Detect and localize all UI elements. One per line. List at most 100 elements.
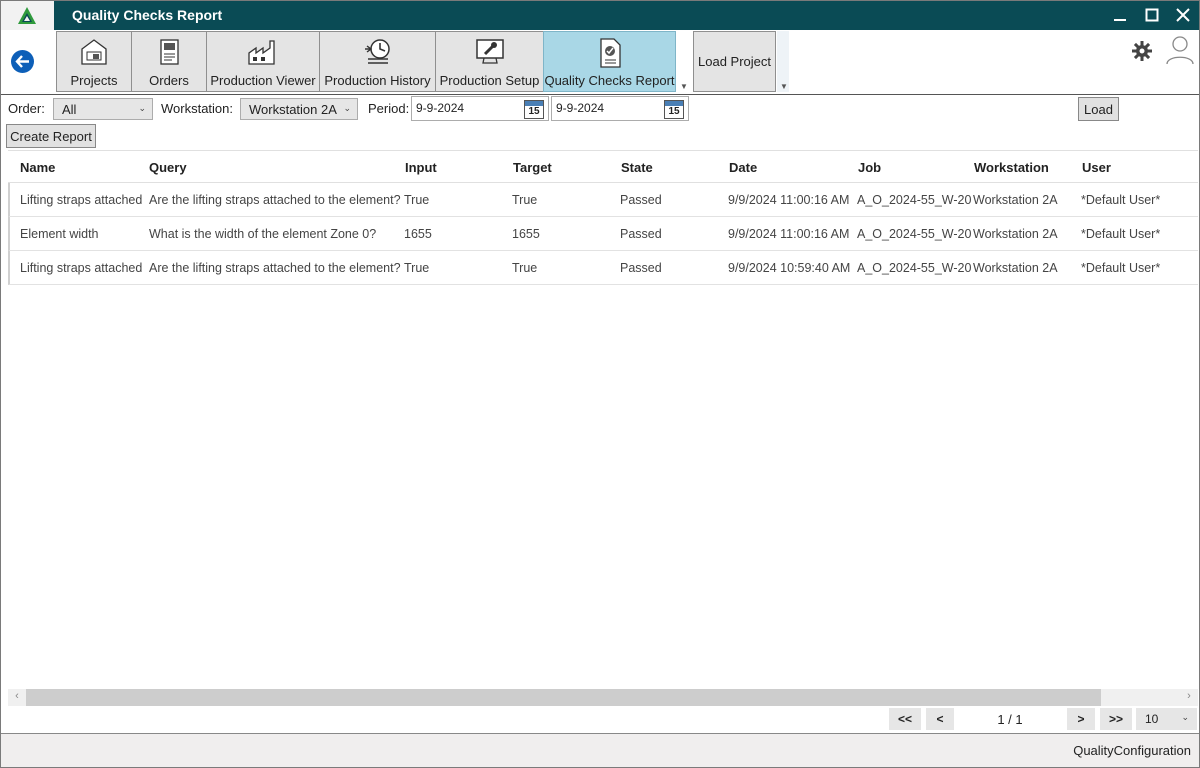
tab-label: Production Viewer: [210, 73, 316, 88]
cell-job: A_O_2024-55_W-20: [857, 193, 972, 207]
page-size-select[interactable]: 10 ⌄: [1136, 708, 1197, 730]
projects-icon: [81, 39, 107, 65]
setup-icon: [475, 39, 504, 64]
period-from-value: 9-9-2024: [416, 101, 465, 115]
ribbon-overflow-icon[interactable]: ▼: [680, 82, 688, 91]
cell-state: Passed: [620, 227, 662, 241]
tab-label: Production Setup: [439, 73, 540, 88]
column-header-state[interactable]: State: [621, 160, 653, 175]
calendar-day: 15: [528, 106, 540, 117]
prev-page-button[interactable]: <: [926, 708, 954, 730]
tab-label: Projects: [70, 73, 118, 88]
ribbon: Projects Orders Production Viewer Produc…: [1, 30, 1199, 95]
column-header-target[interactable]: Target: [513, 160, 552, 175]
logo-icon: [18, 7, 36, 24]
cell-query: Are the lifting straps attached to the e…: [149, 261, 401, 275]
cell-target: True: [512, 193, 538, 207]
column-header-input[interactable]: Input: [405, 160, 437, 175]
table-row[interactable]: Lifting straps attached Are the lifting …: [8, 183, 1198, 217]
column-header-query[interactable]: Query: [149, 160, 187, 175]
cell-job: A_O_2024-55_W-20: [857, 227, 972, 241]
history-icon: [364, 39, 390, 64]
cell-input: True: [404, 193, 430, 207]
tab-label: Orders: [149, 73, 189, 88]
calendar-icon[interactable]: 15: [664, 100, 684, 119]
tab-production-history[interactable]: Production History: [319, 31, 436, 92]
table-row[interactable]: Lifting straps attached Are the lifting …: [8, 251, 1198, 285]
cell-name: Element width: [20, 227, 99, 241]
period-to-input[interactable]: 9-9-2024 15: [551, 96, 689, 121]
tab-production-setup[interactable]: Production Setup: [435, 31, 544, 92]
order-select[interactable]: All ⌄: [53, 98, 153, 120]
tab-orders[interactable]: Orders: [131, 31, 207, 92]
cell-date: 9/9/2024 11:00:16 AM: [728, 193, 850, 207]
load-project-button[interactable]: Load Project: [693, 31, 776, 92]
tab-projects[interactable]: Projects: [56, 31, 132, 92]
cell-state: Passed: [620, 261, 662, 275]
grid-header: Name Query Input Target State Date Job W…: [8, 150, 1198, 183]
app-window: Quality Checks Report Projects Orders Pr…: [0, 0, 1200, 768]
cell-query: What is the width of the element Zone 0?: [149, 227, 377, 241]
calendar-icon[interactable]: 15: [524, 100, 544, 119]
horizontal-scrollbar[interactable]: ‹ ›: [8, 689, 1198, 706]
chevron-down-icon: ⌄: [1181, 712, 1189, 722]
cell-date: 9/9/2024 10:59:40 AM: [728, 261, 851, 275]
cell-state: Passed: [620, 193, 662, 207]
factory-icon: [248, 40, 275, 65]
order-select-value: All: [62, 102, 77, 117]
last-page-button[interactable]: >>: [1100, 708, 1132, 730]
cell-job: A_O_2024-55_W-20: [857, 261, 972, 275]
cell-name: Lifting straps attached: [20, 193, 143, 207]
column-header-date[interactable]: Date: [729, 160, 757, 175]
settings-button[interactable]: [1131, 40, 1153, 65]
scroll-right-icon[interactable]: ›: [1181, 690, 1197, 705]
title-bar: Quality Checks Report: [1, 1, 1199, 30]
cell-input: 1655: [404, 227, 432, 241]
first-page-button[interactable]: <<: [889, 708, 921, 730]
maximize-button[interactable]: [1139, 4, 1165, 26]
arrow-left-icon: [15, 55, 29, 68]
report-icon: [599, 38, 621, 68]
cell-workstation: Workstation 2A: [973, 227, 1058, 241]
close-button[interactable]: [1170, 4, 1196, 26]
scroll-left-icon[interactable]: ‹: [9, 690, 25, 705]
period-to-value: 9-9-2024: [556, 101, 605, 115]
gear-icon: [1132, 41, 1152, 61]
table-row[interactable]: Element width What is the width of the e…: [8, 217, 1198, 251]
user-icon: [1166, 36, 1194, 65]
column-header-job[interactable]: Job: [858, 160, 881, 175]
calendar-day: 15: [668, 106, 680, 117]
close-icon: [1176, 8, 1190, 22]
tab-label: Production History: [324, 73, 431, 88]
cell-user: *Default User*: [1081, 193, 1161, 207]
page-indicator: 1 / 1: [955, 708, 1065, 730]
column-header-workstation[interactable]: Workstation: [974, 160, 1049, 175]
workstation-select[interactable]: Workstation 2A ⌄: [240, 98, 358, 120]
cell-query: Are the lifting straps attached to the e…: [149, 193, 401, 207]
column-header-user[interactable]: User: [1082, 160, 1111, 175]
create-report-button[interactable]: Create Report: [6, 124, 96, 148]
cell-name: Lifting straps attached: [20, 261, 143, 275]
cell-workstation: Workstation 2A: [973, 261, 1058, 275]
orders-icon: [160, 39, 179, 65]
maximize-icon: [1145, 8, 1159, 22]
app-logo: [1, 1, 54, 30]
tab-quality-checks-report[interactable]: Quality Checks Report: [543, 31, 676, 92]
tab-production-viewer[interactable]: Production Viewer: [206, 31, 320, 92]
next-page-button[interactable]: >: [1067, 708, 1095, 730]
workstation-select-value: Workstation 2A: [249, 102, 337, 117]
cell-date: 9/9/2024 11:00:16 AM: [728, 227, 850, 241]
ribbon-overflow-icon-2[interactable]: ▼: [780, 82, 788, 91]
column-header-name[interactable]: Name: [20, 160, 55, 175]
minimize-button[interactable]: [1107, 4, 1133, 26]
load-button[interactable]: Load: [1078, 97, 1119, 121]
cell-target: 1655: [512, 227, 540, 241]
cell-target: True: [512, 261, 538, 275]
workstation-label: Workstation:: [161, 101, 234, 116]
back-button[interactable]: [11, 50, 34, 73]
window-title: Quality Checks Report: [72, 7, 223, 23]
scrollbar-thumb[interactable]: [26, 689, 1101, 706]
user-button[interactable]: [1165, 34, 1195, 69]
period-from-input[interactable]: 9-9-2024 15: [411, 96, 549, 121]
page-size-value: 10: [1145, 712, 1159, 726]
